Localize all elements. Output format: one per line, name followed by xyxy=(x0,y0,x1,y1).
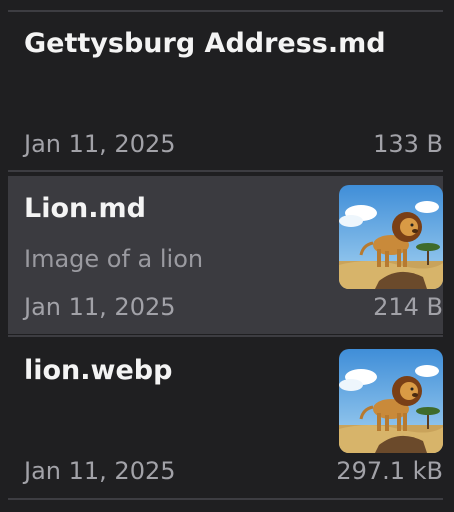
file-date: Jan 11, 2025 xyxy=(24,457,176,485)
divider xyxy=(8,170,443,172)
file-size: 214 B xyxy=(373,293,443,321)
file-date: Jan 11, 2025 xyxy=(24,130,176,158)
file-title: Gettysburg Address.md xyxy=(24,28,386,59)
lion-image-thumbnail xyxy=(339,185,443,289)
file-title: Lion.md xyxy=(24,193,146,224)
file-preview-text: Image of a lion xyxy=(24,245,204,273)
file-list-item-selected[interactable]: Lion.md Image of a lion Jan 11, 2025 214… xyxy=(8,176,443,334)
file-size: 133 B xyxy=(373,130,443,158)
divider xyxy=(8,498,443,500)
file-date: Jan 11, 2025 xyxy=(24,293,176,321)
file-list-item[interactable]: Gettysburg Address.md Jan 11, 2025 133 B xyxy=(8,12,443,170)
file-title: lion.webp xyxy=(24,355,173,386)
lion-image-thumbnail xyxy=(339,349,443,453)
file-list: Gettysburg Address.md Jan 11, 2025 133 B… xyxy=(0,0,454,512)
file-size: 297.1 kB xyxy=(336,457,443,485)
file-list-item[interactable]: lion.webp Jan 11, 2025 297.1 kB xyxy=(8,337,443,497)
